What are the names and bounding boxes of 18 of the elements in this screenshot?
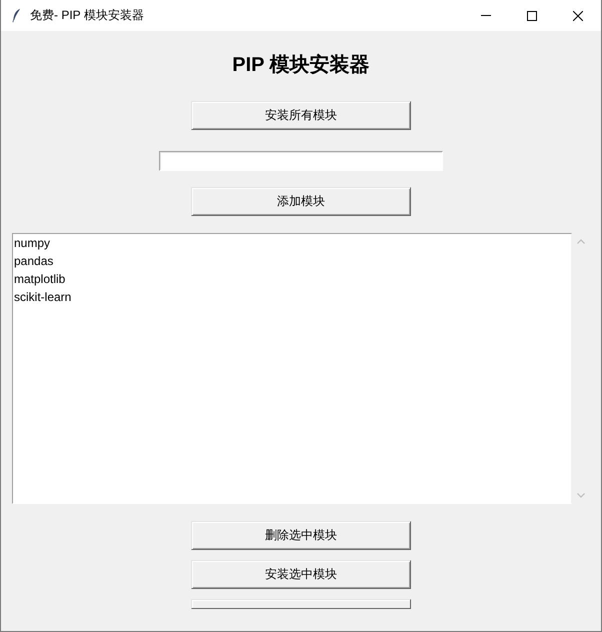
close-icon — [573, 10, 583, 20]
minimize-icon — [481, 15, 491, 16]
maximize-icon — [527, 10, 537, 20]
list-item[interactable]: scikit-learn — [13, 288, 571, 306]
feather-icon — [12, 8, 21, 23]
button[interactable]: 安装选中模块 — [191, 560, 411, 589]
window-title: 免费- PIP 模块安装器 — [30, 7, 144, 24]
button[interactable]: 添加模块 — [191, 187, 411, 216]
button[interactable]: 安装所有模块 — [191, 101, 411, 130]
partially-hidden-button[interactable] — [191, 599, 411, 609]
button[interactable]: 删除选中模块 — [191, 521, 411, 550]
list-item[interactable]: matplotlib — [13, 270, 571, 288]
app-heading: PIP 模块安装器 — [232, 52, 370, 78]
module-input-field[interactable] — [159, 151, 443, 171]
list-item[interactable]: pandas — [13, 252, 571, 270]
chevron-down-icon[interactable] — [577, 493, 585, 498]
list-item[interactable]: numpy — [13, 234, 571, 252]
chevron-up-icon[interactable] — [577, 239, 585, 244]
